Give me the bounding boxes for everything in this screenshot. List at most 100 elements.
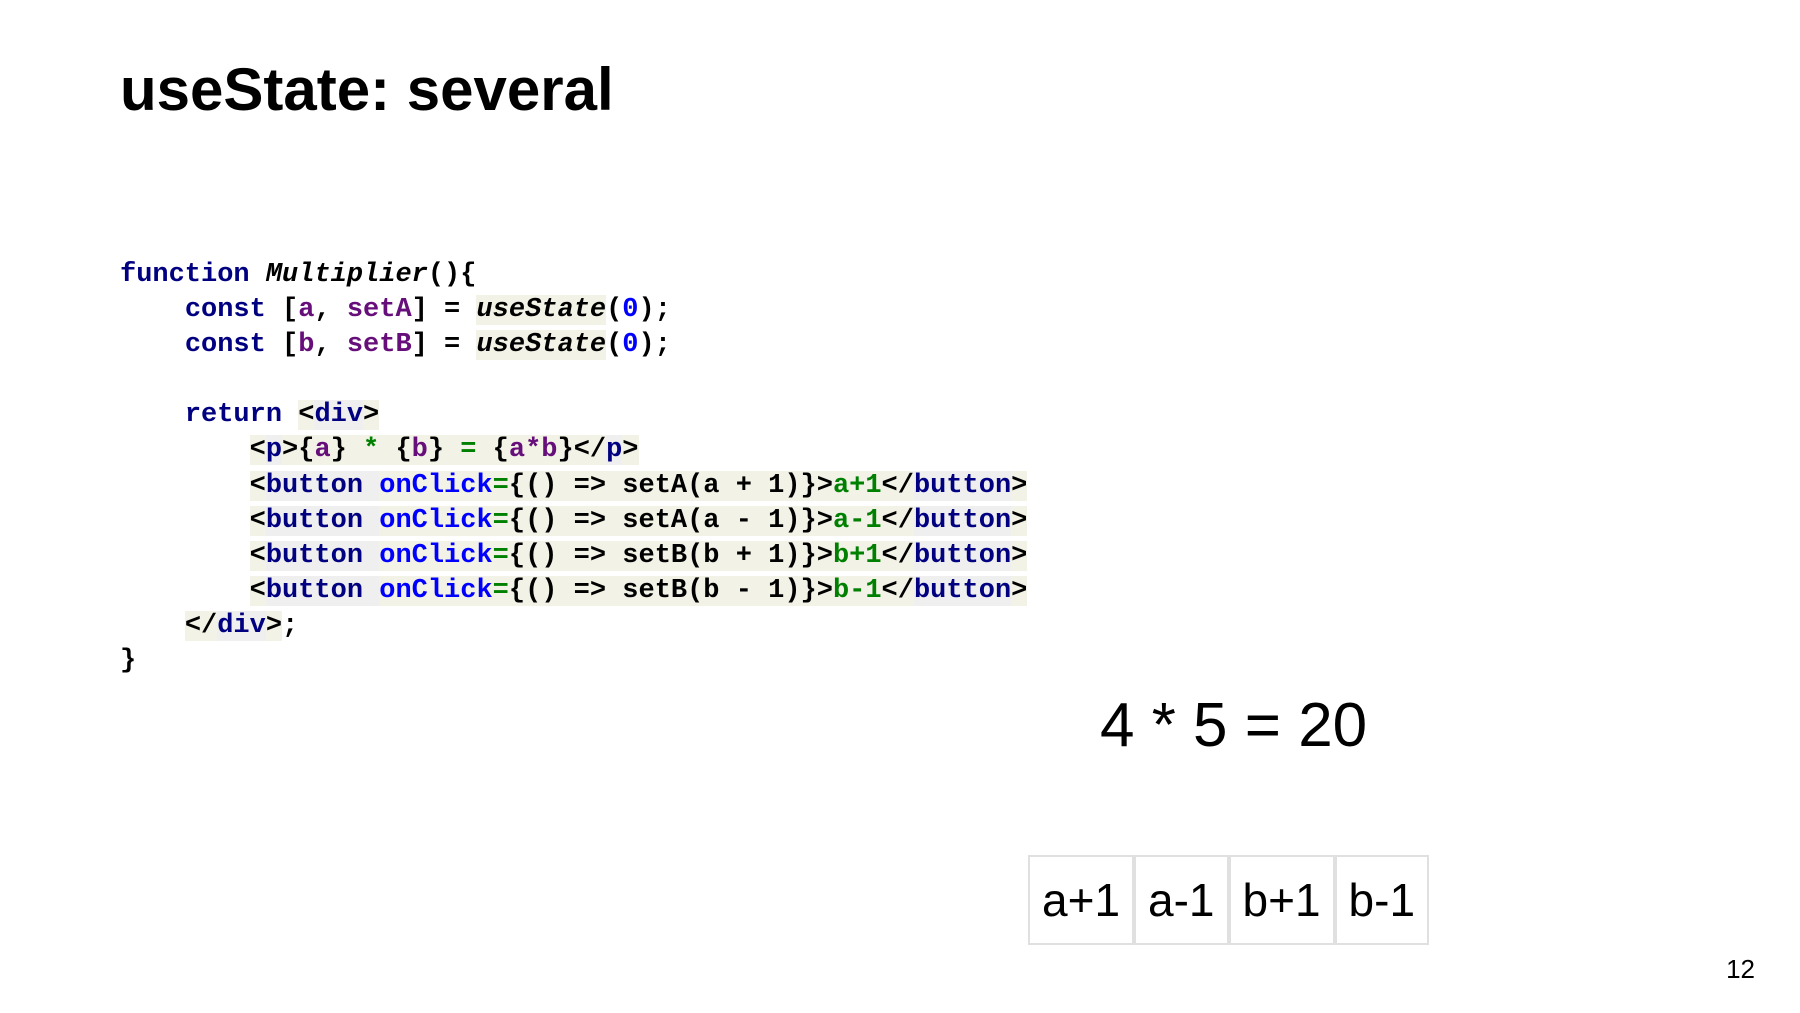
t: }: [120, 646, 136, 676]
attr: onClick: [379, 541, 492, 571]
t: [120, 576, 250, 606]
t: [120, 295, 185, 325]
t: >: [266, 611, 282, 641]
a-plus-1-button[interactable]: a+1: [1028, 855, 1134, 945]
tag: button: [914, 541, 1011, 571]
button-row: a+1 a-1 b+1 b-1: [1028, 855, 1429, 945]
id: a*b: [509, 435, 558, 465]
call: useState: [476, 295, 606, 325]
t: >: [363, 400, 379, 430]
kw: const: [185, 295, 266, 325]
id: a: [298, 295, 314, 325]
txt: a+1: [833, 471, 882, 501]
t: =: [493, 506, 509, 536]
output-text: 4 * 5 = 20: [1100, 690, 1367, 761]
call: useState: [476, 330, 606, 360]
t: ,: [314, 295, 346, 325]
tag: p: [266, 435, 282, 465]
id: a: [314, 435, 330, 465]
body: () => setA(a - 1): [525, 506, 800, 536]
t: }: [428, 435, 444, 465]
code-block: function Multiplier(){ const [a, setA] =…: [120, 258, 1027, 679]
id: b: [298, 330, 314, 360]
t: (: [606, 330, 622, 360]
t: >: [282, 435, 298, 465]
tag: div: [314, 400, 363, 430]
b-minus-1-button[interactable]: b-1: [1335, 855, 1429, 945]
num: 0: [622, 330, 638, 360]
t: >: [1011, 541, 1027, 571]
t: <: [298, 400, 314, 430]
t: [: [266, 295, 298, 325]
num: 0: [622, 295, 638, 325]
t: <: [250, 541, 266, 571]
tag: button: [266, 576, 379, 606]
t: </: [882, 541, 914, 571]
txt: b-1: [833, 576, 882, 606]
t: </: [882, 471, 914, 501]
t: {: [395, 435, 411, 465]
tag: button: [266, 541, 379, 571]
txt: b+1: [833, 541, 882, 571]
t: [: [266, 330, 298, 360]
t: }: [801, 576, 817, 606]
id: setA: [347, 295, 412, 325]
t: =: [493, 576, 509, 606]
t: =: [493, 471, 509, 501]
t: </: [574, 435, 606, 465]
t: {: [509, 506, 525, 536]
attr: onClick: [379, 576, 492, 606]
t: }: [801, 506, 817, 536]
body: () => setB(b + 1): [525, 541, 800, 571]
t: }: [801, 471, 817, 501]
txt: *: [347, 435, 396, 465]
slide-title: useState: several: [120, 55, 614, 124]
t: }: [557, 435, 573, 465]
txt: =: [444, 435, 493, 465]
t: [120, 471, 250, 501]
t: >: [1011, 506, 1027, 536]
t: );: [639, 295, 671, 325]
t: (: [606, 295, 622, 325]
t: {: [509, 471, 525, 501]
t: <: [250, 576, 266, 606]
id: b: [412, 435, 428, 465]
id: setB: [347, 330, 412, 360]
t: >: [817, 541, 833, 571]
t: >: [1011, 576, 1027, 606]
body: () => setA(a + 1): [525, 471, 800, 501]
kw: return: [185, 400, 298, 430]
txt: a-1: [833, 506, 882, 536]
tag: button: [914, 506, 1011, 536]
t: {: [509, 576, 525, 606]
t: );: [639, 330, 671, 360]
page-number: 12: [1726, 954, 1755, 985]
t: >: [817, 576, 833, 606]
t: [120, 611, 185, 641]
attr: onClick: [379, 471, 492, 501]
a-minus-1-button[interactable]: a-1: [1134, 855, 1228, 945]
t: ] =: [412, 330, 477, 360]
t: [120, 435, 250, 465]
t: =: [493, 541, 509, 571]
t: >: [817, 471, 833, 501]
t: </: [882, 576, 914, 606]
t: >: [1011, 471, 1027, 501]
tag: button: [914, 576, 1011, 606]
b-plus-1-button[interactable]: b+1: [1229, 855, 1335, 945]
t: >: [817, 506, 833, 536]
t: [120, 506, 250, 536]
t: >: [622, 435, 638, 465]
tag: button: [266, 471, 379, 501]
t: <: [250, 471, 266, 501]
kw: function: [120, 260, 250, 290]
t: ,: [314, 330, 346, 360]
t: <: [250, 506, 266, 536]
tag: p: [606, 435, 622, 465]
t: }: [331, 435, 347, 465]
t: ;: [282, 611, 298, 641]
tag: div: [217, 611, 266, 641]
t: {: [509, 541, 525, 571]
t: </: [185, 611, 217, 641]
attr: onClick: [379, 506, 492, 536]
